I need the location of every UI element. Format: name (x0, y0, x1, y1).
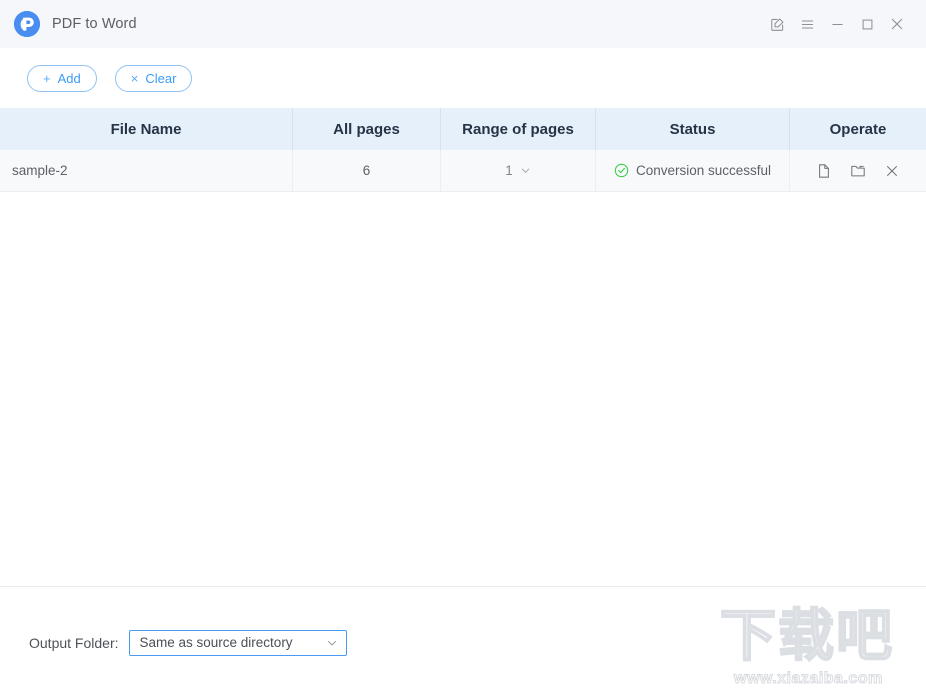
watermark-text: 下载吧 (719, 604, 894, 667)
add-button-label: Add (57, 70, 81, 86)
output-folder-label: Output Folder: (29, 634, 119, 651)
menu-icon[interactable] (792, 9, 822, 39)
open-file-icon[interactable] (815, 162, 833, 180)
clear-button[interactable]: × Clear (114, 64, 193, 92)
cross-icon: × (130, 70, 139, 86)
window-controls (762, 9, 912, 39)
site-watermark: 下载吧 www.xiazaiba.com (719, 604, 920, 696)
open-folder-icon[interactable] (849, 162, 867, 180)
column-header-all-pages: All pages (293, 108, 441, 150)
column-header-status: Status (596, 108, 790, 150)
app-window: PDF to Word + Add × Clear File Name All … (0, 0, 926, 698)
status-badge: Conversion successful (614, 163, 771, 178)
plus-icon: + (43, 70, 51, 86)
cell-file-name: sample-2 (0, 150, 293, 191)
output-folder-select[interactable]: Same as source directory (128, 629, 347, 656)
table-body: sample-2 6 1 Conversion successful (0, 150, 926, 586)
toolbar: + Add × Clear (0, 48, 926, 108)
table-row[interactable]: sample-2 6 1 Conversion successful (0, 150, 926, 192)
check-circle-icon (614, 163, 629, 178)
feedback-icon[interactable] (762, 9, 792, 39)
range-of-pages-dropdown[interactable]: 1 (505, 163, 531, 178)
app-title: PDF to Word (52, 16, 137, 32)
column-header-range-of-pages: Range of pages (441, 108, 596, 150)
status-text: Conversion successful (635, 163, 772, 178)
file-table: File Name All pages Range of pages Statu… (0, 108, 926, 586)
close-icon[interactable] (882, 9, 912, 39)
column-header-operate: Operate (829, 120, 887, 138)
pdf-logo-icon (14, 11, 40, 37)
cell-all-pages: 6 (293, 150, 441, 191)
cell-range-of-pages: 1 (441, 150, 596, 191)
add-button[interactable]: + Add (27, 64, 97, 92)
cell-operate (790, 150, 926, 191)
chevron-down-icon (326, 637, 338, 649)
minimize-icon[interactable] (822, 9, 852, 39)
maximize-icon[interactable] (852, 9, 882, 39)
column-header-file-name: File Name (0, 108, 293, 150)
title-bar: PDF to Word (0, 0, 926, 48)
watermark-url: www.xiazaiba.com (734, 670, 883, 688)
output-folder-value: Same as source directory (139, 635, 293, 650)
clear-button-label: Clear (145, 70, 177, 86)
remove-row-icon[interactable] (883, 162, 901, 180)
chevron-down-icon (520, 165, 531, 176)
bottom-bar: Output Folder: Same as source directory … (0, 586, 926, 698)
cell-status: Conversion successful (596, 150, 790, 191)
operate-actions (790, 162, 926, 180)
table-header-row: File Name All pages Range of pages Statu… (0, 108, 926, 150)
range-of-pages-value: 1 (505, 163, 513, 178)
